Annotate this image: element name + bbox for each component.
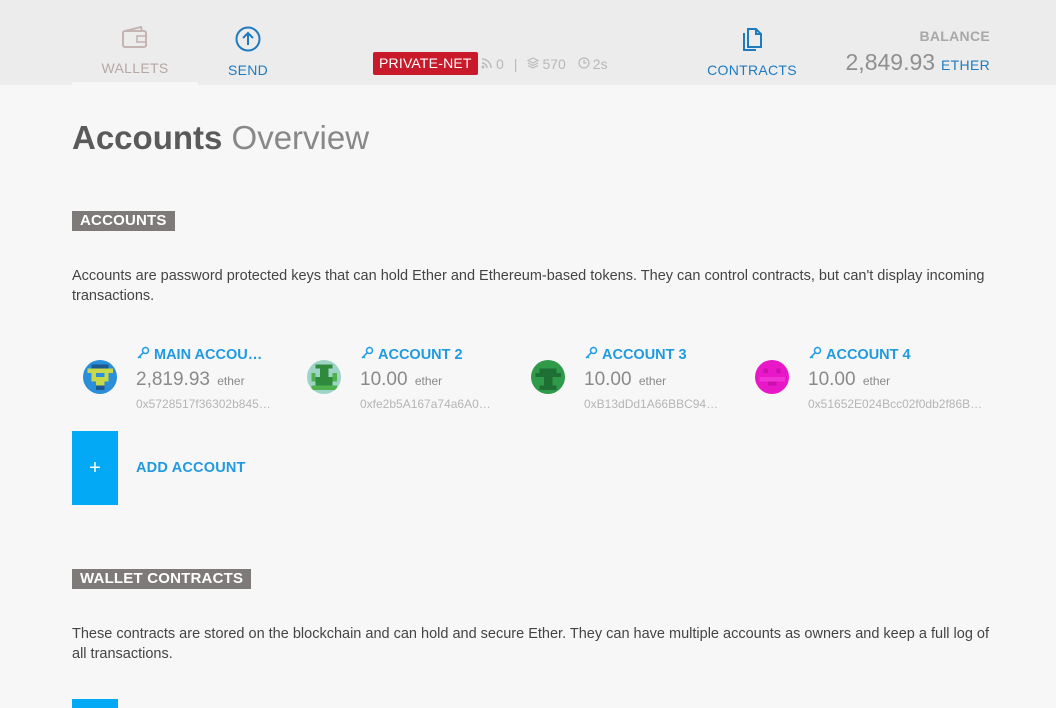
- peers-count: 0: [496, 56, 504, 72]
- account-balance-value: 10.00: [360, 369, 408, 390]
- balance-value: 2,849.93: [845, 49, 936, 75]
- account-address: 0xB13dDd1A66BBC94…: [584, 397, 719, 411]
- last-block-time: 2s: [592, 56, 608, 72]
- account-name-text: MAIN ACCOU…: [154, 347, 263, 363]
- blocks-icon: [527, 56, 540, 72]
- peers-icon: [481, 56, 493, 72]
- nav-contracts[interactable]: CONTRACTS: [700, 0, 804, 85]
- page-title-strong: Accounts: [72, 119, 223, 156]
- account-card[interactable]: ACCOUNT 4 10.00 ether 0x51652E024Bcc02f0…: [744, 344, 982, 414]
- accounts-description: Accounts are password protected keys tha…: [72, 268, 985, 304]
- nav-wallets-label: WALLETS: [101, 60, 169, 76]
- account-balance-unit: ether: [862, 374, 891, 388]
- block-stat: 570: [527, 56, 566, 72]
- account-balance-value: 10.00: [584, 369, 632, 390]
- network-stats: 0 | 570 2s: [481, 55, 608, 73]
- account-balance: 10.00 ether: [808, 369, 890, 391]
- account-name: ACCOUNT 3: [584, 346, 687, 364]
- wallet-icon: [121, 25, 149, 55]
- accounts-section-tag: ACCOUNTS: [72, 211, 175, 231]
- account-card[interactable]: ACCOUNT 3 10.00 ether 0xB13dDd1A66BBC94…: [520, 344, 720, 414]
- clock-icon: [578, 56, 590, 72]
- identicon: [755, 360, 789, 394]
- identicon: [83, 360, 117, 394]
- account-balance: 10.00 ether: [584, 369, 666, 391]
- account-balance-unit: ether: [638, 374, 667, 388]
- block-number: 570: [542, 56, 566, 72]
- nav-send-label: SEND: [227, 62, 269, 78]
- key-icon: [136, 346, 150, 364]
- balance-unit: ETHER: [941, 57, 990, 73]
- wallet-contracts-description: These contracts are stored on the blockc…: [72, 626, 990, 662]
- send-arrow-icon: [235, 26, 261, 57]
- account-balance: 10.00 ether: [360, 369, 442, 391]
- nav-wallets[interactable]: WALLETS: [72, 0, 198, 85]
- account-address: 0x5728517f36302b845…: [136, 397, 271, 411]
- key-icon: [360, 346, 374, 364]
- account-name: ACCOUNT 2: [360, 346, 463, 364]
- account-name: MAIN ACCOU…: [136, 346, 262, 364]
- peers-stat: 0: [481, 56, 504, 72]
- stats-divider: |: [513, 56, 518, 72]
- key-icon: [808, 346, 822, 364]
- account-balance: 2,819.93 ether: [136, 369, 245, 391]
- identicon: [307, 360, 341, 394]
- add-wallet-contract-button[interactable]: [72, 699, 118, 708]
- account-name: ACCOUNT 4: [808, 346, 911, 364]
- total-balance: 2,849.93 ETHER: [846, 49, 990, 76]
- account-card[interactable]: MAIN ACCOU… 2,819.93 ether 0x5728517f363…: [72, 344, 272, 414]
- identicon: [531, 360, 565, 394]
- account-balance-value: 10.00: [808, 369, 856, 390]
- account-address: 0x51652E024Bcc02f0db2f86B…: [808, 397, 983, 411]
- account-balance-value: 2,819.93: [136, 369, 210, 390]
- account-balance-unit: ether: [217, 374, 245, 388]
- account-card[interactable]: ACCOUNT 2 10.00 ether 0xfe2b5A167a74a6A0…: [296, 344, 496, 414]
- nav-contracts-label: CONTRACTS: [707, 62, 797, 78]
- contracts-icon: [739, 26, 765, 57]
- add-account-link[interactable]: ADD ACCOUNT: [136, 460, 246, 476]
- account-address: 0xfe2b5A167a74a6A0…: [360, 397, 491, 411]
- time-stat: 2s: [578, 56, 608, 72]
- active-tab-indicator: [72, 82, 198, 85]
- nav-send[interactable]: SEND: [208, 0, 288, 85]
- account-name-text: ACCOUNT 2: [378, 347, 463, 363]
- balance-title: BALANCE: [919, 28, 990, 44]
- network-badge: PRIVATE-NET: [373, 52, 478, 75]
- top-bar: WALLETS SEND PRIVATE-NET 0 | 570 2s CONT…: [0, 0, 1056, 85]
- page-title: Accounts Overview: [72, 119, 369, 157]
- key-icon: [584, 346, 598, 364]
- page-title-light: Overview: [231, 119, 370, 156]
- account-name-text: ACCOUNT 4: [826, 347, 911, 363]
- add-account-button[interactable]: +: [72, 431, 118, 505]
- wallet-contracts-section-tag: WALLET CONTRACTS: [72, 569, 252, 589]
- account-balance-unit: ether: [414, 374, 443, 388]
- account-name-text: ACCOUNT 3: [602, 347, 687, 363]
